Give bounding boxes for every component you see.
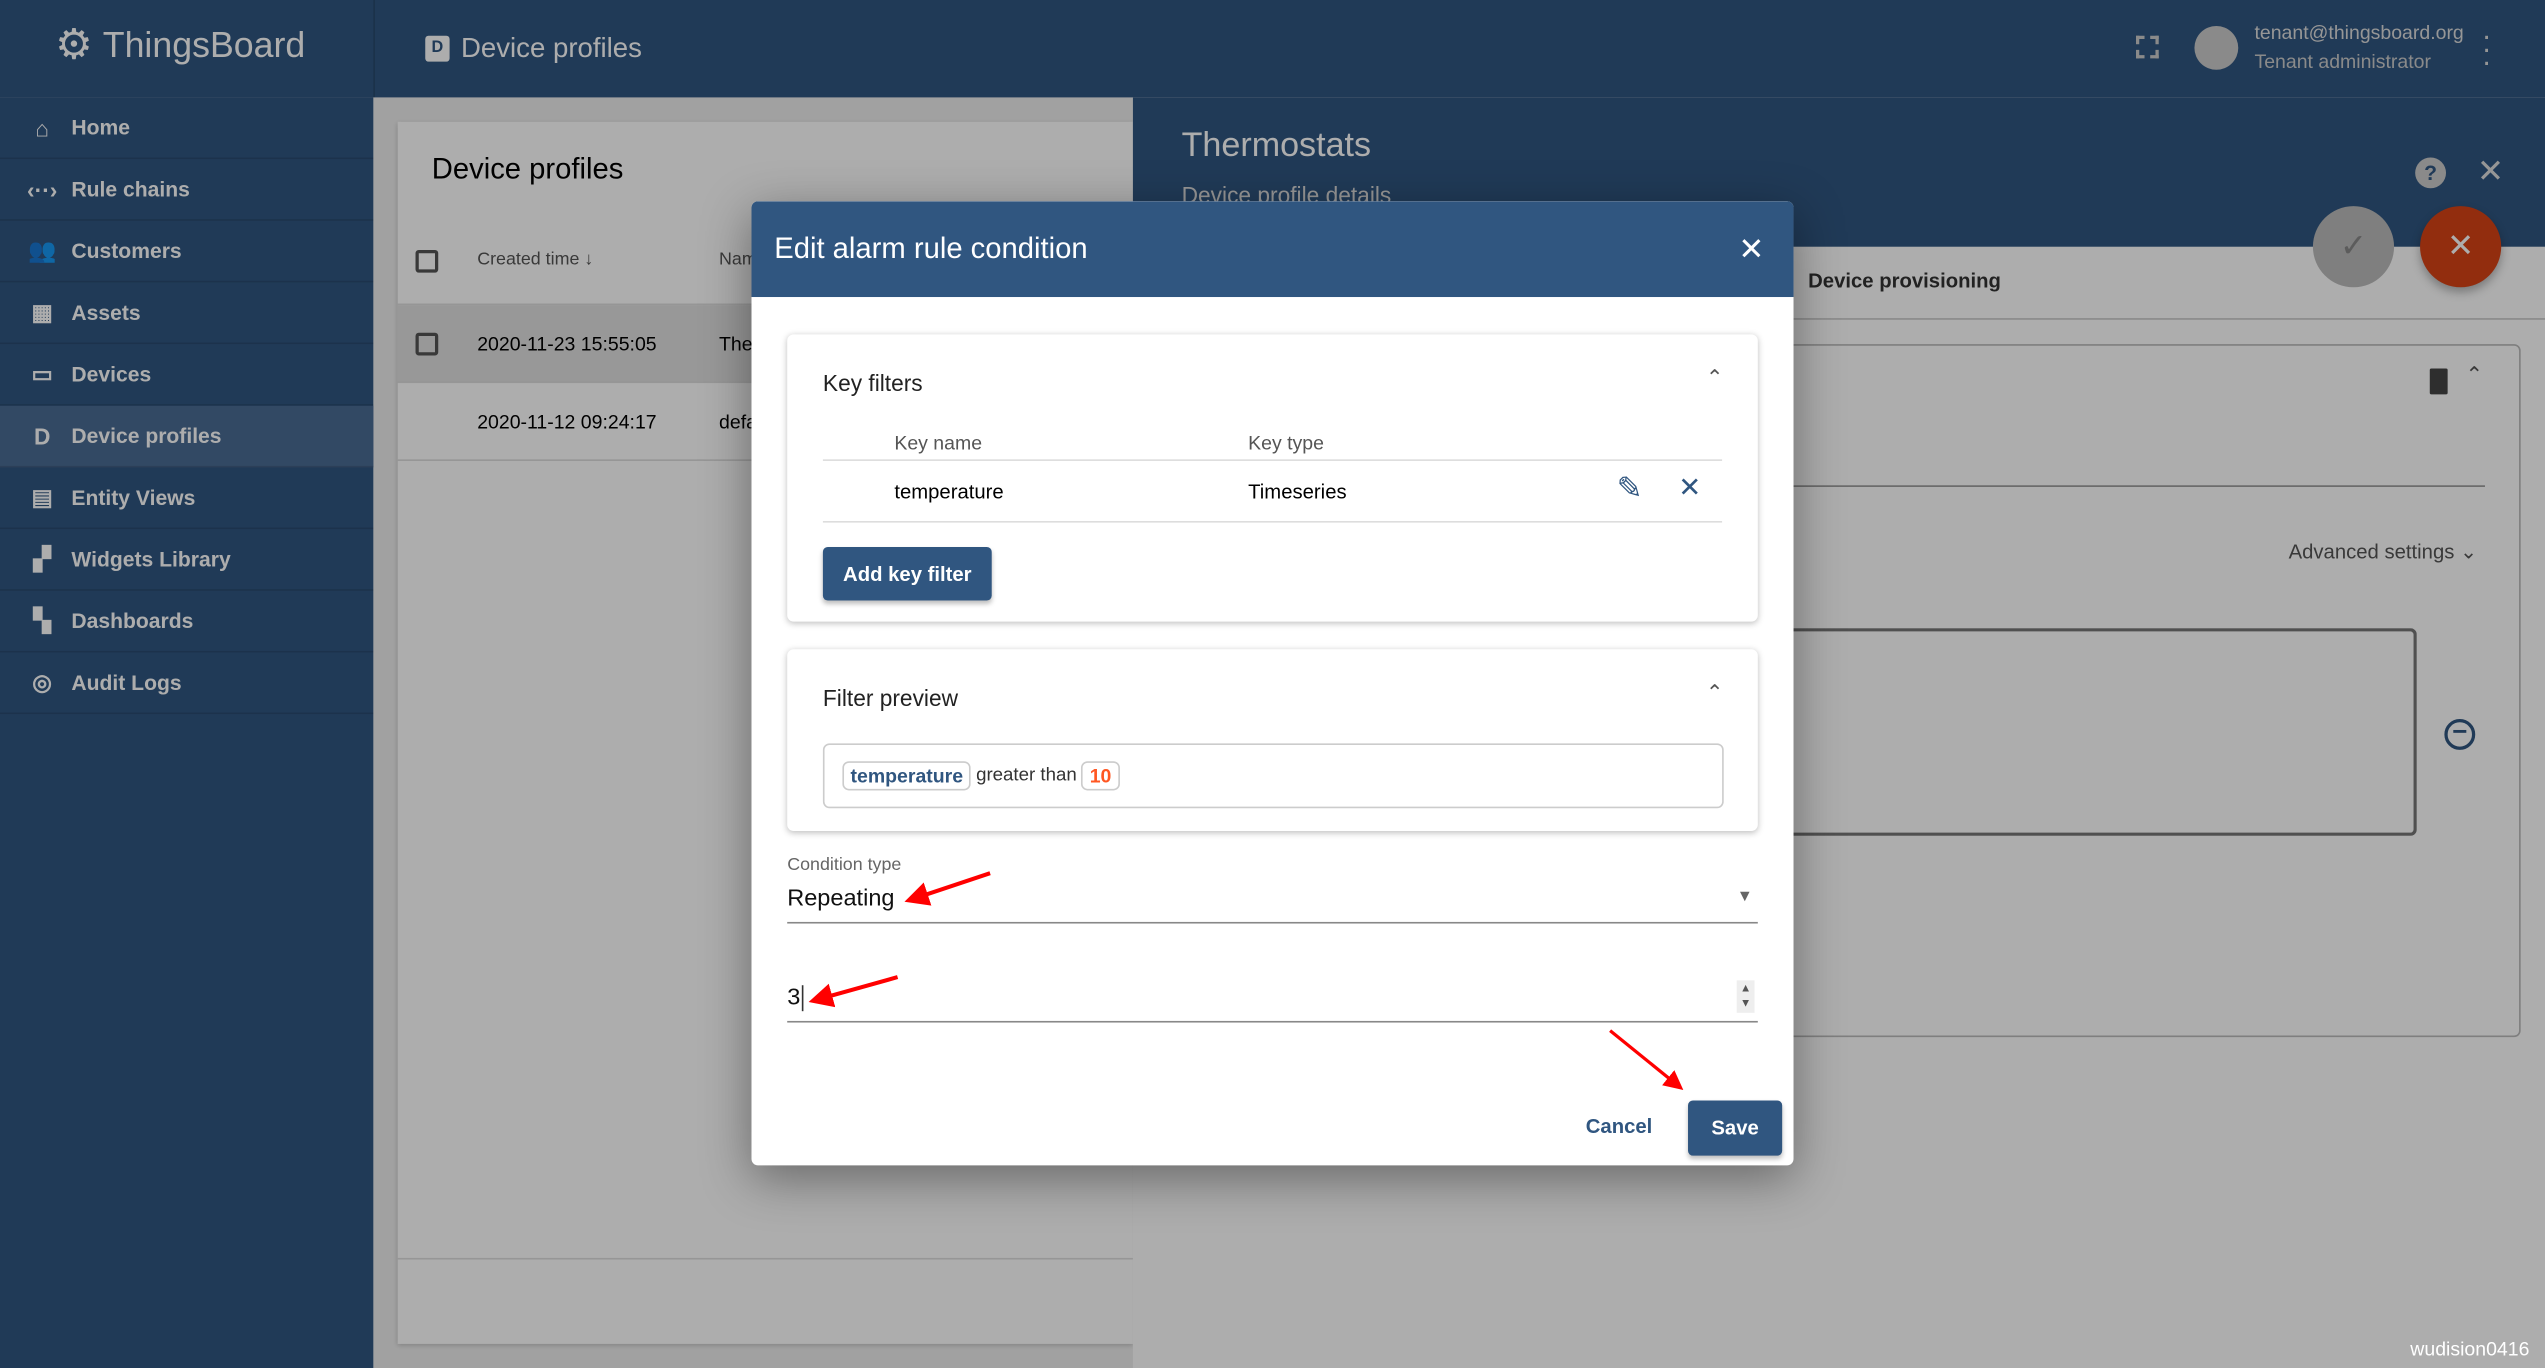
preview-key: temperature <box>842 761 972 791</box>
condition-type-select[interactable]: Repeating ▼ <box>787 883 1758 924</box>
key-filter-row: temperature Timeseries ✎ ✕ <box>822 461 1723 523</box>
key-filters-title[interactable]: Key filters <box>823 370 923 396</box>
count-input[interactable]: 3 ▲ ▼ <box>787 980 1758 1023</box>
col-key-name: Key name <box>894 431 983 455</box>
dropdown-arrow-icon: ▼ <box>1736 887 1753 906</box>
edit-icon[interactable]: ✎ <box>1617 471 1643 508</box>
add-key-filter-button[interactable]: Add key filter <box>822 546 992 601</box>
remove-key-filter-icon[interactable]: ✕ <box>1678 472 1701 504</box>
filter-preview-panel: Filter preview ⌃ temperature greater tha… <box>787 649 1758 832</box>
number-stepper[interactable]: ▲ ▼ <box>1736 980 1755 1013</box>
filter-preview-title[interactable]: Filter preview <box>823 685 958 711</box>
dialog-title: Edit alarm rule condition <box>774 232 1088 265</box>
preview-value: 10 <box>1081 761 1120 791</box>
filter-preview-box: temperature greater than 10 <box>822 743 1724 809</box>
watermark: wudision0416 <box>2410 1337 2530 1361</box>
collapse-filter-preview-icon[interactable]: ⌃ <box>1706 680 1724 706</box>
close-dialog-icon[interactable]: ✕ <box>1738 232 1764 269</box>
condition-type-label: Condition type <box>787 855 902 875</box>
collapse-key-filters-icon[interactable]: ⌃ <box>1706 365 1724 391</box>
col-key-type: Key type <box>1248 431 1324 455</box>
preview-operation: greater than <box>976 766 1077 786</box>
cancel-button[interactable]: Cancel <box>1586 1115 1653 1138</box>
edit-alarm-rule-dialog: Edit alarm rule condition ✕ Key filters … <box>751 201 1794 1166</box>
save-button[interactable]: Save <box>1688 1100 1783 1156</box>
key-filters-panel: Key filters ⌃ Key name Key type temperat… <box>787 334 1758 622</box>
